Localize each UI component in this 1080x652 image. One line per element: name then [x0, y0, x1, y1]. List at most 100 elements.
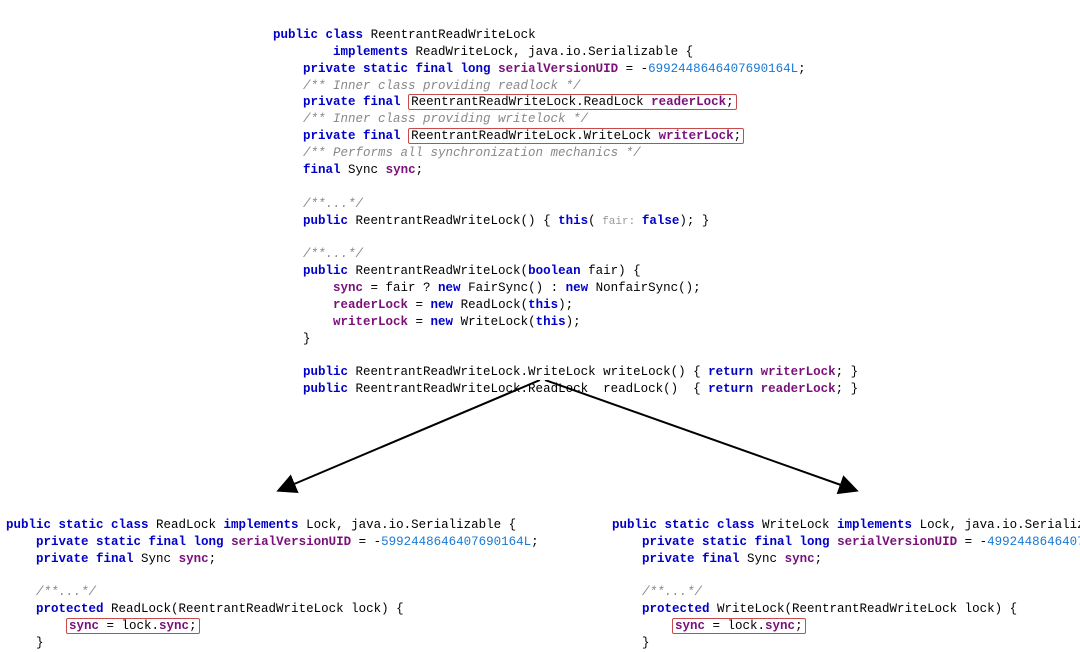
modifiers: private static final long [303, 62, 491, 76]
code-text: ; [416, 163, 424, 177]
keyword-new: new [438, 281, 461, 295]
field-readerlock: readerLock [753, 382, 836, 396]
highlighted-sync-assign: sync = lock.sync; [672, 618, 806, 634]
code-text: FairSync() : [461, 281, 566, 295]
code-text: WriteLock( [453, 315, 536, 329]
keyword-this: this [558, 214, 588, 228]
code-text: fair) { [581, 264, 641, 278]
field-readerlock: readerLock [333, 298, 408, 312]
code-text: ( [588, 214, 596, 228]
top-code-block: public class ReentrantReadWriteLock impl… [273, 10, 858, 398]
field-sync: sync [675, 619, 705, 633]
keyword-implements: implements [224, 518, 299, 532]
field-sync: sync [785, 552, 815, 566]
modifiers: public static class [6, 518, 149, 532]
highlighted-readerlock-decl: ReentrantReadWriteLock.ReadLock readerLo… [408, 94, 737, 110]
modifiers: private static final long [36, 535, 224, 549]
code-text: Sync [740, 552, 785, 566]
comment: /**...*/ [303, 197, 363, 211]
keyword-this: this [536, 315, 566, 329]
code-text: = fair ? [363, 281, 438, 295]
field-serialversion: serialVersionUID [498, 62, 618, 76]
code-text: ; [209, 552, 217, 566]
keyword-new: new [431, 315, 454, 329]
comment: /** Inner class providing writelock */ [303, 112, 588, 126]
code-text: } [36, 636, 44, 650]
code-text: WriteLock(ReentrantReadWriteLock lock) { [710, 602, 1018, 616]
parameter-hint: fair: [596, 216, 642, 228]
code-text: = - [618, 62, 648, 76]
code-text: ; [795, 619, 803, 633]
code-text: ReadLock( [453, 298, 528, 312]
comment: /**...*/ [303, 247, 363, 261]
code-text: ; [815, 552, 823, 566]
code-text: ); [558, 298, 573, 312]
code-text: ; [798, 62, 806, 76]
code-text: ReadWriteLock, java.io.Serializable { [416, 45, 694, 59]
number-literal: 5992448646407690164L [381, 535, 531, 549]
code-text: Lock, java.io.Serializable { [912, 518, 1080, 532]
code-text: = - [957, 535, 987, 549]
field-sync: sync [69, 619, 99, 633]
code-text: Sync [348, 163, 386, 177]
code-text: ; [734, 129, 742, 143]
field-writerlock: writerLock [753, 365, 836, 379]
code-text: ; } [836, 382, 859, 396]
keyword-protected: protected [36, 602, 104, 616]
field-writerlock: writerLock [333, 315, 408, 329]
code-text: ReentrantReadWriteLock.ReadLock readLock… [348, 382, 708, 396]
code-text: ; [531, 535, 539, 549]
code-text: = - [351, 535, 381, 549]
field-sync: sync [333, 281, 363, 295]
modifiers: private final [36, 552, 134, 566]
field-serialversion: serialVersionUID [231, 535, 351, 549]
keyword-new: new [431, 298, 454, 312]
number-literal: 4992448646407690164L [987, 535, 1080, 549]
modifiers: private static final long [642, 535, 830, 549]
comment: /** Performs all synchronization mechani… [303, 146, 641, 160]
code-text: ReentrantReadWriteLock.WriteLock [411, 129, 659, 143]
code-text: } [303, 332, 311, 346]
keyword-implements: implements [837, 518, 912, 532]
highlighted-writerlock-decl: ReentrantReadWriteLock.WriteLock writerL… [408, 128, 744, 144]
keyword-false: false [642, 214, 680, 228]
code-text: ); } [679, 214, 709, 228]
keyword-final: final [303, 163, 341, 177]
code-text: = [408, 298, 431, 312]
code-text: ); [566, 315, 581, 329]
modifiers: private final [303, 95, 401, 109]
keyword-this: this [528, 298, 558, 312]
keyword-return: return [708, 382, 753, 396]
code-text: } [642, 636, 650, 650]
modifiers: private final [303, 129, 401, 143]
class-name: ReentrantReadWriteLock [371, 28, 536, 42]
keyword-new: new [566, 281, 589, 295]
code-text: ReentrantReadWriteLock( [348, 264, 528, 278]
field-sync: sync [159, 619, 189, 633]
code-text: ReentrantReadWriteLock() { [348, 214, 558, 228]
code-text: Sync [134, 552, 179, 566]
number-literal: 6992448646407690164L [648, 62, 798, 76]
field-sync: sync [179, 552, 209, 566]
field-serialversion: serialVersionUID [837, 535, 957, 549]
class-name: WriteLock [755, 518, 838, 532]
comment: /**...*/ [36, 585, 96, 599]
readlock-code-block: public static class ReadLock implements … [6, 500, 539, 652]
keyword-public: public [303, 382, 348, 396]
keyword-public: public [303, 214, 348, 228]
code-text: = [408, 315, 431, 329]
keyword-class: class [326, 28, 364, 42]
keyword-return: return [708, 365, 753, 379]
keyword-boolean: boolean [528, 264, 581, 278]
code-text: ReentrantReadWriteLock.WriteLock writeLo… [348, 365, 708, 379]
keyword-public: public [303, 264, 348, 278]
writelock-code-block: public static class WriteLock implements… [612, 500, 1080, 652]
field-sync: sync [386, 163, 416, 177]
highlighted-sync-assign: sync = lock.sync; [66, 618, 200, 634]
keyword-public: public [273, 28, 318, 42]
code-text: ; } [836, 365, 859, 379]
class-name: ReadLock [149, 518, 224, 532]
modifiers: public static class [612, 518, 755, 532]
code-text: = lock. [705, 619, 765, 633]
keyword-protected: protected [642, 602, 710, 616]
